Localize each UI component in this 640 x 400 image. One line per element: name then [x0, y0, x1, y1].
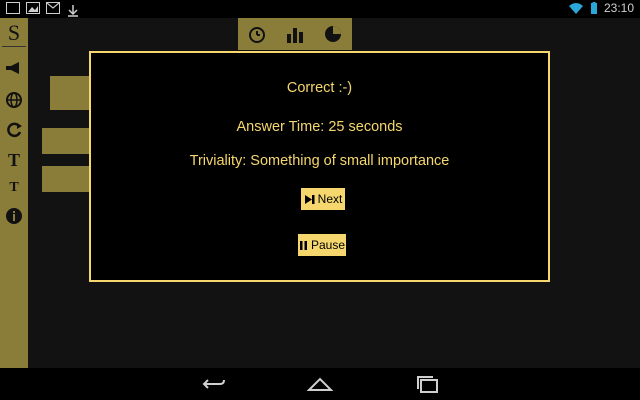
info-icon[interactable]: [4, 206, 24, 226]
megaphone-icon[interactable]: [4, 58, 24, 78]
refresh-icon[interactable]: [4, 120, 24, 140]
app-logo: S: [2, 20, 26, 47]
result-dialog: Correct :-) Answer Time: 25 seconds Triv…: [89, 51, 550, 282]
top-toolbar: [238, 18, 352, 50]
globe-icon[interactable]: [4, 90, 24, 110]
alarm-clock-icon[interactable]: [244, 21, 270, 47]
sidebar: S T T: [0, 18, 28, 368]
background-tile: [50, 76, 90, 110]
pie-chart-icon[interactable]: [320, 21, 346, 47]
pause-icon: [299, 240, 307, 250]
answer-time: Answer Time: 25 seconds: [236, 119, 403, 135]
next-button-label: Next: [317, 192, 343, 206]
status-bar: 23:10: [0, 0, 640, 18]
text-smaller-icon[interactable]: T: [4, 178, 24, 198]
clock: 23:10: [603, 1, 634, 15]
next-button[interactable]: Next: [301, 188, 345, 210]
triviality-definition: Triviality: Something of small importanc…: [189, 153, 450, 169]
home-icon[interactable]: [306, 374, 334, 394]
mail-notification-icon: [46, 2, 60, 14]
recent-apps-icon[interactable]: [414, 374, 442, 394]
wifi-icon: [568, 3, 583, 14]
result-message: Correct :-): [286, 80, 353, 96]
download-icon: [66, 2, 80, 17]
back-icon[interactable]: [198, 374, 226, 394]
image-notification-icon: [26, 2, 40, 14]
pause-button[interactable]: Pause: [298, 234, 346, 256]
navigation-bar: [0, 368, 640, 400]
background-tile: [42, 128, 90, 154]
text-larger-icon[interactable]: T: [4, 150, 24, 170]
system-status: 23:10: [568, 1, 634, 15]
bar-chart-icon[interactable]: [282, 21, 308, 47]
skip-next-icon: [304, 194, 315, 204]
notification-icons: [6, 2, 80, 17]
pause-button-label: Pause: [310, 238, 346, 252]
background-tile: [42, 166, 90, 192]
battery-icon: [590, 1, 597, 14]
document-notification-icon: [6, 2, 20, 14]
